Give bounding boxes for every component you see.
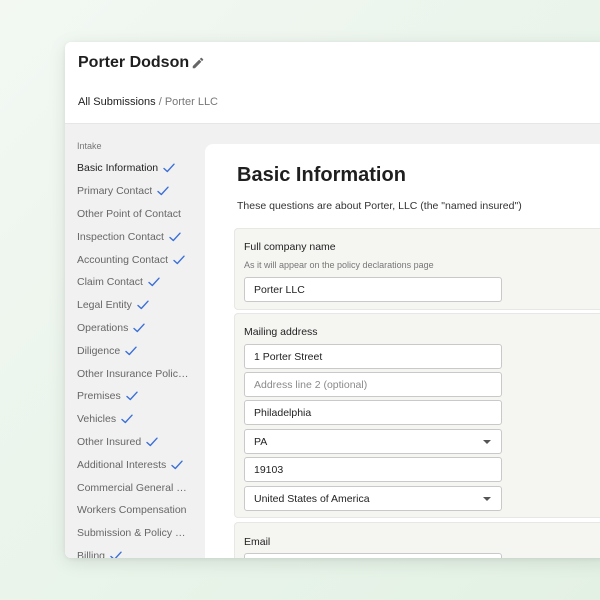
sidebar-section-label: Intake: [77, 141, 102, 151]
sidebar-item[interactable]: Other Insurance Policies: [77, 362, 201, 385]
state-select[interactable]: PA: [244, 429, 502, 454]
sidebar-item[interactable]: Vehicles: [77, 408, 201, 431]
sidebar-item[interactable]: Submission & Policy Details: [77, 522, 201, 545]
check-icon: [163, 163, 175, 173]
country-select[interactable]: United States of America: [244, 486, 502, 511]
sidebar-nav: Basic Information Primary Contact Other Po…: [77, 157, 201, 558]
mailing-address-card: Mailing address PA United States of Amer…: [234, 313, 600, 518]
country-select-value: United States of America: [254, 493, 370, 505]
sidebar: Intake Basic Information Primary Contact O…: [65, 124, 205, 558]
sidebar-item-label: Claim Contact: [77, 276, 143, 289]
sidebar-item[interactable]: Other Point of Contact: [77, 203, 201, 226]
state-select-value: PA: [254, 436, 268, 448]
sidebar-item-label: Vehicles: [77, 413, 117, 426]
mailing-address-label: Mailing address: [244, 326, 318, 338]
sidebar-item-label: Other Insurance Policies: [77, 367, 189, 380]
sidebar-item[interactable]: Basic Information: [77, 157, 201, 180]
check-icon: [169, 232, 181, 241]
sidebar-item-label: Operations: [77, 321, 129, 334]
sidebar-item-label: Premises: [77, 390, 121, 403]
sidebar-item[interactable]: Billing: [77, 545, 201, 558]
sidebar-item-label: Workers Compensation: [77, 504, 187, 517]
sidebar-item[interactable]: Claim Contact: [77, 271, 201, 294]
sidebar-item-label: Other Point of Contact: [77, 207, 181, 220]
app-window: Porter Dodson All Submissions / Porter L…: [65, 42, 600, 558]
page-subtitle: These questions are about Porter, LLC (t…: [237, 200, 522, 212]
check-icon: [133, 323, 146, 333]
page-title: Basic Information: [237, 164, 406, 186]
sidebar-item-label: Legal Entity: [77, 299, 132, 312]
check-icon: [173, 255, 185, 264]
check-icon: [137, 300, 149, 310]
address-line1-input[interactable]: [244, 344, 502, 369]
sidebar-item-label: Primary Contact: [77, 185, 153, 198]
company-name-input[interactable]: [244, 277, 502, 302]
check-icon: [110, 551, 122, 558]
city-input[interactable]: [244, 400, 502, 425]
check-icon: [171, 460, 184, 469]
email-label: Email: [244, 536, 271, 548]
check-icon: [157, 186, 169, 196]
email-input[interactable]: [244, 553, 502, 558]
sidebar-item[interactable]: Operations: [77, 317, 201, 340]
app-title: Porter Dodson: [78, 54, 190, 71]
check-icon: [126, 391, 138, 401]
zip-input[interactable]: [244, 457, 502, 482]
sidebar-item[interactable]: Diligence: [77, 339, 201, 362]
sidebar-item[interactable]: Legal Entity: [77, 294, 201, 317]
check-icon: [125, 346, 137, 355]
sidebar-item[interactable]: Workers Compensation: [77, 499, 201, 522]
sidebar-item[interactable]: Primary Contact: [77, 180, 201, 203]
sidebar-item-label: Other Insured: [77, 435, 142, 448]
check-icon: [121, 414, 133, 424]
company-name-help: As it will appear on the policy declarat…: [244, 260, 434, 270]
caret-down-icon: [483, 497, 491, 501]
sidebar-item-label: Diligence: [77, 344, 121, 357]
company-name-label: Full company name: [244, 241, 336, 253]
pencil-icon[interactable]: [191, 56, 205, 70]
sidebar-item[interactable]: Accounting Contact: [77, 248, 201, 271]
breadcrumb-all-submissions[interactable]: All Submissions: [78, 96, 156, 108]
address-line2-input[interactable]: [244, 372, 502, 397]
sidebar-item-label: Additional Interests: [77, 458, 167, 471]
sidebar-item-label: Inspection Contact: [77, 230, 164, 243]
breadcrumb-current: Porter LLC: [164, 96, 219, 108]
header: Porter Dodson All Submissions / Porter L…: [65, 42, 600, 124]
check-icon: [148, 277, 160, 287]
check-icon: [146, 437, 158, 447]
breadcrumb-separator: /: [155, 96, 165, 108]
sidebar-item[interactable]: Inspection Contact: [77, 225, 201, 248]
sidebar-item[interactable]: Commercial General Liability: [77, 476, 201, 499]
main-content: Basic Information These questions are ab…: [205, 144, 600, 558]
sidebar-item-label: Accounting Contact: [77, 253, 169, 266]
sidebar-item[interactable]: Additional Interests: [77, 453, 201, 476]
breadcrumb: All Submissions / Porter LLC: [78, 96, 218, 108]
company-name-card: Full company name As it will appear on t…: [234, 228, 600, 310]
sidebar-item[interactable]: Other Insured: [77, 431, 201, 454]
email-card: Email: [234, 522, 600, 558]
sidebar-item[interactable]: Premises: [77, 385, 201, 408]
caret-down-icon: [483, 440, 491, 444]
sidebar-item-label: Billing: [77, 549, 106, 558]
body-area: Intake Basic Information Primary Contact O…: [65, 124, 600, 558]
sidebar-item-label: Submission & Policy Details: [77, 527, 189, 540]
sidebar-item-label: Commercial General Liability: [77, 481, 189, 494]
sidebar-item-label: Basic Information: [77, 162, 159, 175]
